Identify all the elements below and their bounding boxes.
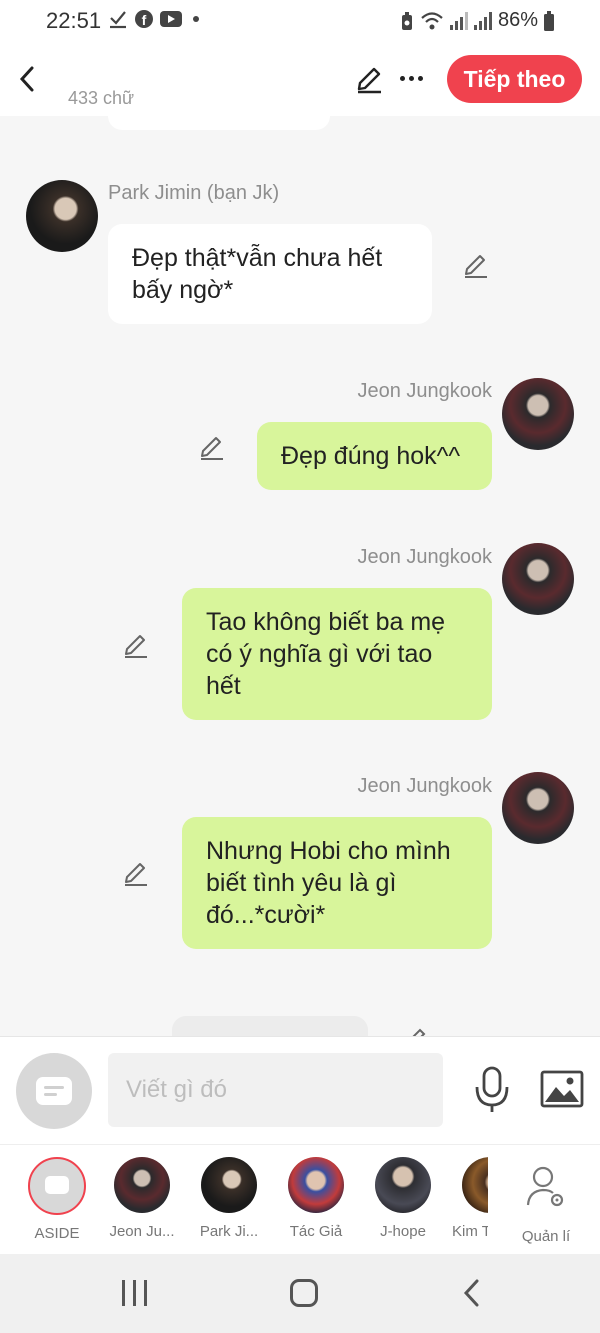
- status-bar: 22:51 f 86%: [0, 0, 600, 44]
- avatar-jeon-jungkook[interactable]: [502, 378, 574, 450]
- aside-toggle-button[interactable]: [16, 1053, 92, 1129]
- system-nav-bar: [0, 1254, 600, 1333]
- notification-dot-icon: [193, 16, 199, 22]
- character-jeon-jungkook[interactable]: Jeon Ju...: [104, 1157, 180, 1240]
- recent-apps-icon[interactable]: [122, 1280, 150, 1306]
- edit-message-icon[interactable]: [198, 434, 226, 462]
- message-bubble[interactable]: Đẹp đúng hok^^: [257, 422, 492, 490]
- edit-message-icon[interactable]: [462, 252, 490, 280]
- character-label: Park Ji...: [199, 1223, 259, 1240]
- message-input[interactable]: [108, 1053, 443, 1127]
- message-bubble-partial[interactable]: [172, 1016, 368, 1036]
- recycle-icon: [401, 11, 412, 30]
- editor-header: 433 chữ Tiếp theo: [0, 44, 600, 116]
- message-bubble-partial[interactable]: [108, 116, 330, 130]
- home-icon[interactable]: [290, 1279, 318, 1307]
- character-label: Jeon Ju...: [109, 1223, 175, 1240]
- next-button[interactable]: Tiếp theo: [447, 55, 582, 103]
- message-icon: [45, 1176, 69, 1194]
- download-done-icon: [110, 11, 126, 29]
- character-kim[interactable]: Kim T: [452, 1157, 488, 1240]
- pencil-icon[interactable]: [354, 64, 384, 94]
- manage-characters-button[interactable]: Quản lí: [508, 1157, 584, 1245]
- word-count: 433 chữ: [68, 88, 135, 108]
- chat-area[interactable]: Park Jimin (bạn Jk) Đẹp thật*vẫn chưa hế…: [0, 116, 600, 1036]
- character-label: Quản lí: [521, 1228, 571, 1245]
- user-settings-icon: [526, 1166, 564, 1207]
- status-notification-icons: f: [108, 9, 199, 29]
- wifi-icon: [421, 11, 443, 29]
- sender-name: Jeon Jungkook: [357, 380, 492, 402]
- message-input-bar: [0, 1036, 600, 1144]
- sender-name: Park Jimin (bạn Jk): [108, 182, 280, 204]
- status-system-icons: 86%: [400, 9, 554, 32]
- avatar: [114, 1157, 170, 1213]
- aside-avatar: [28, 1157, 86, 1215]
- battery-icon: [544, 10, 554, 31]
- character-label: Kim T: [452, 1223, 488, 1240]
- sender-name: Jeon Jungkook: [357, 546, 492, 568]
- more-options-icon[interactable]: [400, 68, 426, 88]
- character-author[interactable]: Tác Giả: [278, 1157, 354, 1240]
- microphone-icon[interactable]: [472, 1065, 512, 1115]
- avatar: [462, 1157, 488, 1213]
- signal-icon: [473, 11, 492, 30]
- character-label: ASIDE: [34, 1225, 80, 1242]
- message-bubble[interactable]: Tao không biết ba mẹ có ý nghĩa gì với t…: [182, 588, 492, 720]
- avatar: [375, 1157, 431, 1213]
- character-label: J-hope: [380, 1223, 426, 1240]
- avatar-park-jimin[interactable]: [26, 180, 98, 252]
- character-j-hope[interactable]: J-hope: [365, 1157, 441, 1240]
- edit-message-icon[interactable]: [122, 632, 150, 660]
- avatar: [201, 1157, 257, 1213]
- signal-icon: [449, 11, 468, 30]
- sender-name: Jeon Jungkook: [357, 775, 492, 797]
- back-arrow-icon[interactable]: [14, 62, 42, 96]
- avatar-jeon-jungkook[interactable]: [502, 772, 574, 844]
- message-bubble[interactable]: Đẹp thật*vẫn chưa hết bấy ngờ*: [108, 224, 432, 324]
- nav-back-icon[interactable]: [460, 1276, 484, 1310]
- youtube-icon: [160, 11, 182, 27]
- character-bar: ASIDE Jeon Ju... Park Ji... Tác Giả J-ho…: [0, 1144, 600, 1254]
- edit-message-icon[interactable]: [122, 860, 150, 888]
- facebook-icon: f: [135, 10, 153, 28]
- character-aside[interactable]: ASIDE: [19, 1157, 95, 1242]
- edit-message-icon[interactable]: [404, 1026, 428, 1036]
- character-park-jimin[interactable]: Park Ji...: [191, 1157, 267, 1240]
- character-label: Tác Giả: [289, 1223, 343, 1240]
- battery-percent: 86%: [497, 9, 538, 31]
- message-bubble[interactable]: Nhưng Hobi cho mình biết tình yêu là gì …: [182, 817, 492, 949]
- avatar: [288, 1157, 344, 1213]
- avatar-jeon-jungkook[interactable]: [502, 543, 574, 615]
- image-icon[interactable]: [540, 1069, 584, 1109]
- message-icon: [36, 1077, 72, 1105]
- status-time: 22:51: [46, 8, 102, 33]
